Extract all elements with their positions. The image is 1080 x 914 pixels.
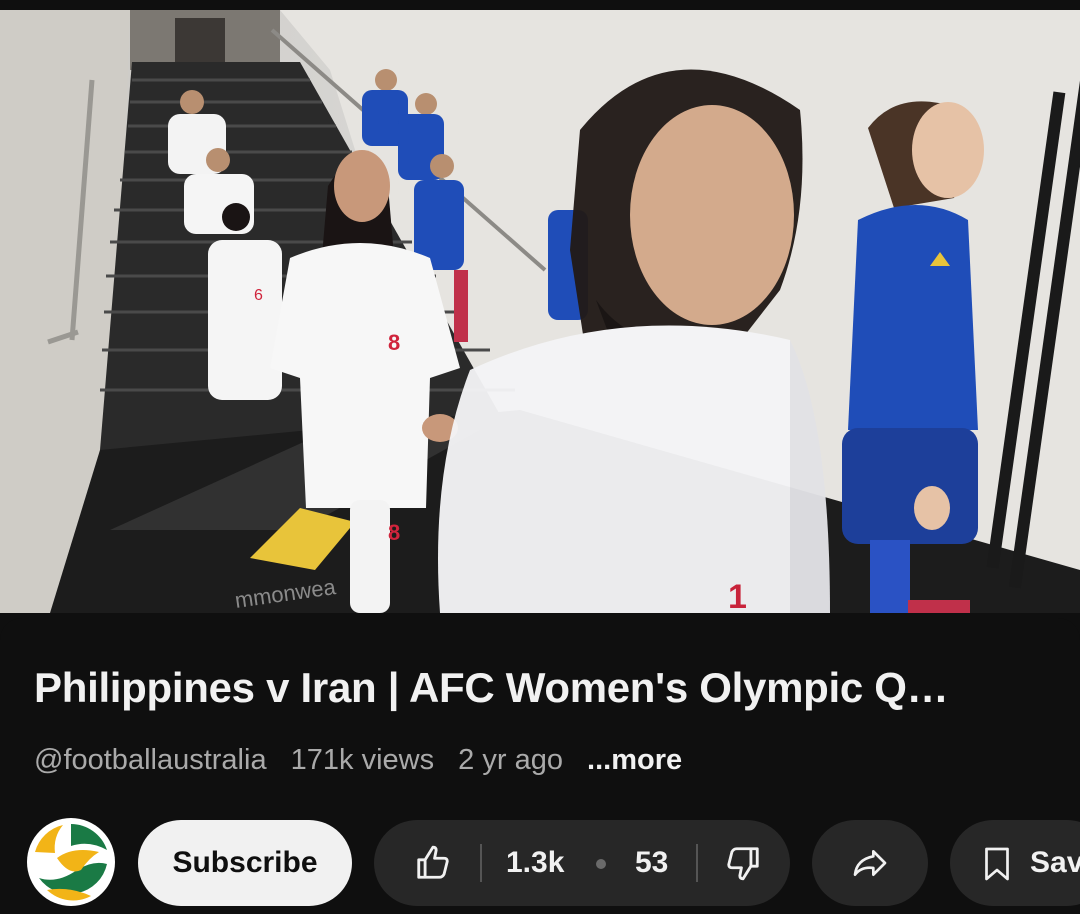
bookmark-icon [985, 847, 1009, 881]
like-dot-separator [596, 859, 606, 869]
svg-text:8: 8 [388, 520, 400, 545]
save-button[interactable]: Save [950, 820, 1080, 906]
channel-avatar[interactable] [27, 818, 115, 906]
video-watch-page: mmonwea 6 8 8 1 Philippines v Iran | AFC… [0, 0, 1080, 914]
video-metadata[interactable]: @footballaustralia 171k views 2 yr ago .… [34, 744, 698, 777]
subscribe-button[interactable]: Subscribe [138, 820, 352, 906]
save-label: Save [1030, 846, 1080, 879]
upload-age: 2 yr ago [458, 744, 563, 776]
football-australia-logo-icon [29, 820, 113, 904]
like-separator [480, 844, 482, 882]
like-count[interactable]: 1.3k [506, 846, 564, 880]
video-info-panel: Philippines v Iran | AFC Women's Olympic… [0, 618, 1080, 914]
share-icon [853, 850, 887, 876]
channel-handle[interactable]: @footballaustralia [34, 744, 267, 776]
dislike-count[interactable]: 53 [635, 846, 668, 880]
svg-text:8: 8 [388, 330, 400, 355]
like-dislike-group: 1.3k 53 [374, 820, 790, 906]
thumbs-up-icon[interactable] [414, 844, 452, 882]
svg-text:1: 1 [728, 578, 747, 613]
view-count: 171k views [290, 744, 435, 776]
video-frame: mmonwea 6 8 8 1 [0, 10, 1080, 613]
thumbs-down-icon[interactable] [724, 844, 762, 882]
video-player[interactable]: mmonwea 6 8 8 1 [0, 10, 1080, 613]
action-bar: Subscribe 1.3k 53 Sav [0, 818, 1080, 908]
dislike-separator [696, 844, 698, 882]
more-link[interactable]: ...more [587, 744, 682, 776]
video-title[interactable]: Philippines v Iran | AFC Women's Olympic… [34, 664, 1044, 712]
share-button[interactable] [812, 820, 928, 906]
svg-text:6: 6 [254, 287, 263, 304]
